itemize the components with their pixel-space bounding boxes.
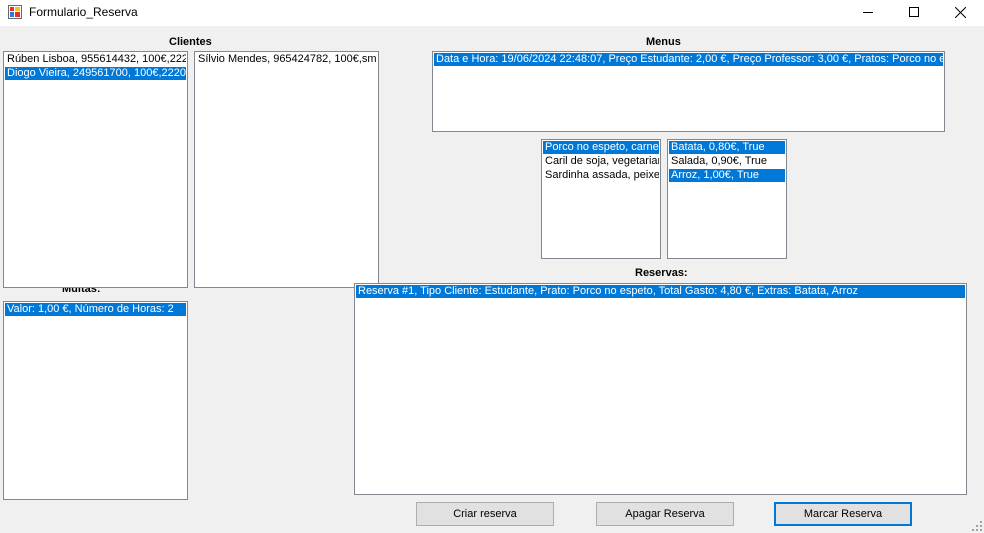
criar-reserva-button[interactable]: Criar reserva xyxy=(416,502,554,526)
minimize-button[interactable] xyxy=(845,0,891,24)
clientes-listbox-2[interactable]: Sílvio Mendes, 965424782, 100€,sme xyxy=(194,51,379,288)
form-client-area: Clientes Menus Multas: Reservas: Rúben L… xyxy=(0,26,984,533)
list-item[interactable]: Valor: 1,00 €, Número de Horas: 2 xyxy=(5,303,186,316)
extras-listbox[interactable]: Batata, 0,80€, True Salada, 0,90€, True Ar… xyxy=(667,139,787,259)
title-bar: Formulario_Reserva xyxy=(0,0,984,26)
list-item[interactable]: Sardinha assada, peixe, xyxy=(543,169,659,182)
list-item[interactable]: Data e Hora: 19/06/2024 22:48:07, Preço … xyxy=(434,53,943,66)
close-icon xyxy=(954,6,966,18)
list-item[interactable]: Diogo Vieira, 249561700, 100€,2220€ xyxy=(5,67,186,80)
maximize-icon xyxy=(909,7,919,17)
list-item[interactable]: Arroz, 1,00€, True xyxy=(669,169,785,182)
minimize-icon xyxy=(863,12,873,13)
label-reservas: Reservas: xyxy=(635,267,688,279)
close-button[interactable] xyxy=(937,0,983,24)
window-title: Formulario_Reserva xyxy=(29,5,138,19)
list-item[interactable]: Sílvio Mendes, 965424782, 100€,sme xyxy=(196,53,377,66)
apagar-reserva-button[interactable]: Apagar Reserva xyxy=(596,502,734,526)
clientes-listbox-1[interactable]: Rúben Lisboa, 955614432, 100€,2220 Diogo … xyxy=(3,51,188,288)
list-item[interactable]: Reserva #1, Tipo Cliente: Estudante, Pra… xyxy=(356,285,965,298)
list-item[interactable]: Caril de soja, vegetarian xyxy=(543,155,659,168)
list-item[interactable]: Porco no espeto, carne, xyxy=(543,141,659,154)
marcar-reserva-button[interactable]: Marcar Reserva xyxy=(774,502,912,526)
app-form-icon xyxy=(8,5,22,19)
list-item[interactable]: Batata, 0,80€, True xyxy=(669,141,785,154)
reservas-listbox[interactable]: Reserva #1, Tipo Cliente: Estudante, Pra… xyxy=(354,283,967,495)
resize-grip-icon[interactable] xyxy=(972,521,982,531)
pratos-listbox[interactable]: Porco no espeto, carne, Caril de soja, ve… xyxy=(541,139,661,259)
label-menus: Menus xyxy=(646,36,681,48)
maximize-button[interactable] xyxy=(891,0,937,24)
menus-listbox[interactable]: Data e Hora: 19/06/2024 22:48:07, Preço … xyxy=(432,51,945,132)
label-clientes: Clientes xyxy=(169,36,212,48)
multas-listbox[interactable]: Valor: 1,00 €, Número de Horas: 2 xyxy=(3,301,188,500)
list-item[interactable]: Rúben Lisboa, 955614432, 100€,2220 xyxy=(5,53,186,66)
list-item[interactable]: Salada, 0,90€, True xyxy=(669,155,785,168)
